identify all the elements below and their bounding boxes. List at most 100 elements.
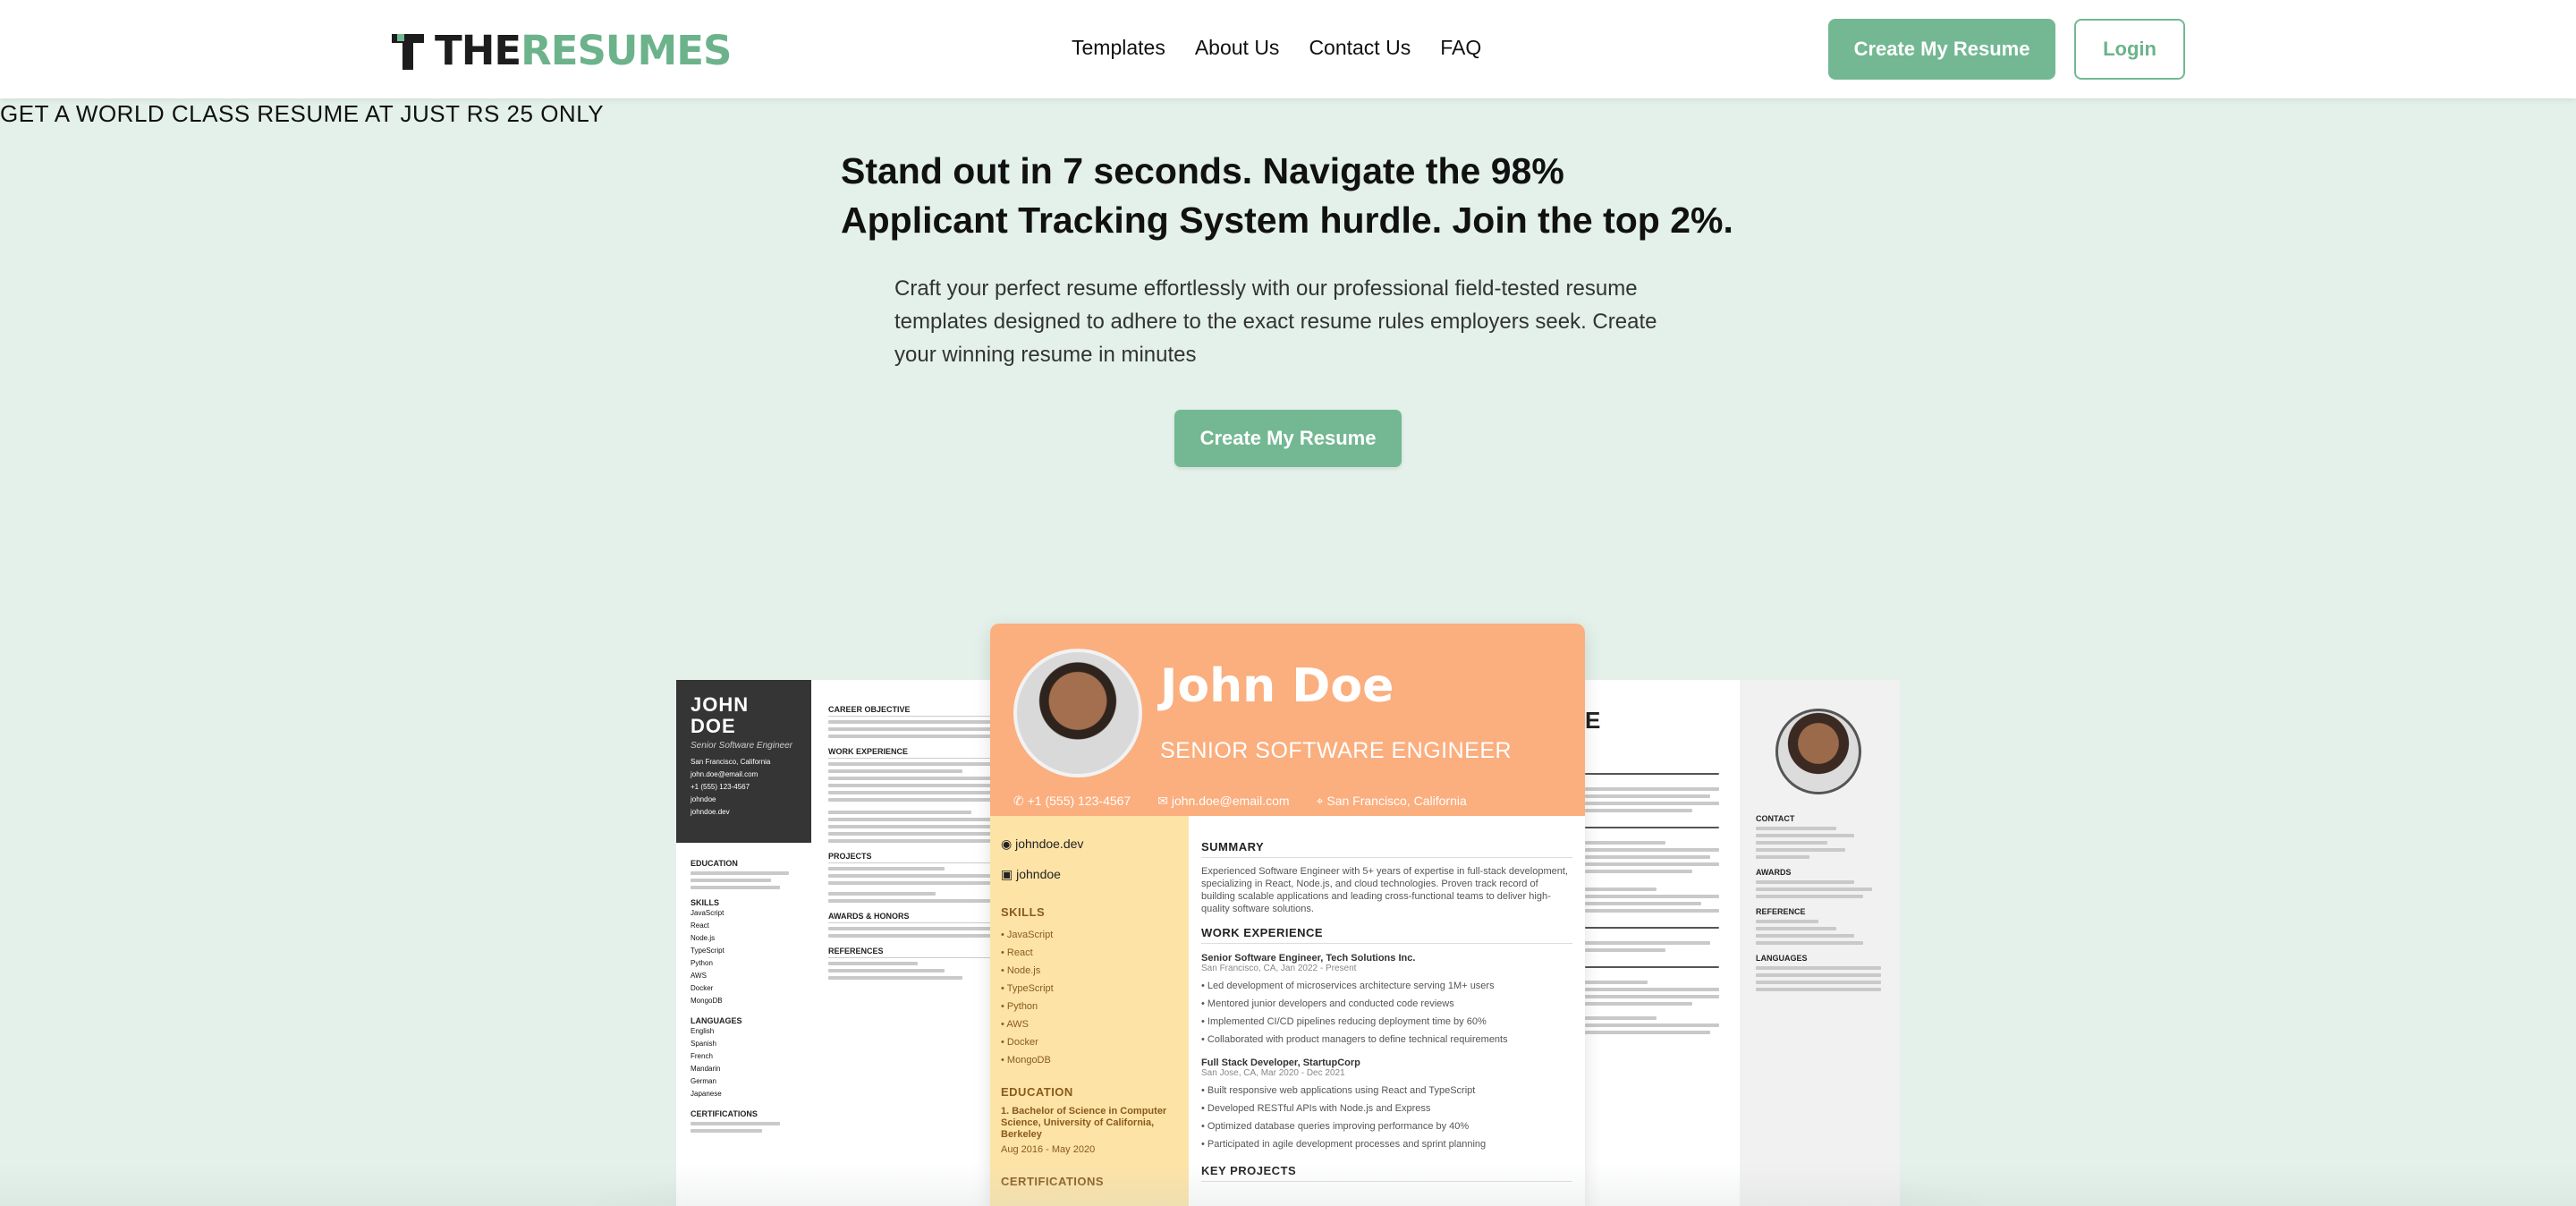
job-bullet: • Mentored junior developers and conduct… (1201, 998, 1454, 1009)
resume-right-main (1585, 769, 1728, 1038)
featured-resume-contacts: ✆ +1 (555) 123-4567 ✉ john.doe@email.com… (1013, 794, 1467, 809)
language-item: French (691, 1052, 713, 1060)
job-bullet: • Optimized database queries improving p… (1201, 1121, 1470, 1132)
nav-links: Templates About Us Contact Us FAQ (1072, 36, 1481, 60)
language-item: Mandarin (691, 1065, 721, 1073)
resume-left-contact: San Francisco, California (691, 758, 771, 766)
resume-left-section-title: CERTIFICATIONS (691, 1109, 758, 1118)
resume-right-title: E (1585, 707, 1601, 734)
resume-left-contact: johndoe.dev (691, 808, 730, 816)
github-text: johndoe (1016, 867, 1061, 881)
hero-create-resume-button[interactable]: Create My Resume (1174, 410, 1402, 467)
job-bullet: • Led development of microservices archi… (1201, 981, 1495, 991)
job-bullet: • Developed RESTful APIs with Node.js an… (1201, 1103, 1431, 1114)
job-bullet: • Collaborated with product managers to … (1201, 1034, 1508, 1045)
skill-item: • Python (1001, 1001, 1038, 1012)
language-item: German (691, 1077, 716, 1085)
featured-resume-avatar (1013, 649, 1142, 777)
featured-education: 1. Bachelor of Science in Computer Scien… (1001, 1106, 1167, 1140)
skill-item: TypeScript (691, 947, 724, 955)
featured-work-title: WORK EXPERIENCE (1201, 926, 1572, 944)
website-text: johndoe.dev (1015, 837, 1084, 851)
resume-left-section-title: EDUCATION (691, 859, 738, 868)
resume-preview-featured[interactable]: John Doe SENIOR SOFTWARE ENGINEER ✆ +1 (… (990, 624, 1585, 1206)
featured-resume-header: John Doe SENIOR SOFTWARE ENGINEER ✆ +1 (… (990, 624, 1585, 816)
featured-resume-role: SENIOR SOFTWARE ENGINEER (1160, 738, 1513, 763)
nav-link-contact[interactable]: Contact Us (1309, 36, 1411, 60)
logo-icon (392, 34, 424, 70)
job-bullet: • Built responsive web applications usin… (1201, 1085, 1476, 1096)
language-item: Spanish (691, 1040, 716, 1048)
skill-item: • Docker (1001, 1037, 1038, 1048)
resume-left-header: JOHN DOE Senior Software Engineer San Fr… (676, 680, 811, 843)
featured-resume-main: SUMMARY Experienced Software Engineer wi… (1201, 829, 1572, 1189)
featured-skills-title: SKILLS (1001, 905, 1046, 919)
hero-headline: Stand out in 7 seconds. Navigate the 98%… (841, 150, 1733, 241)
resume-left-section-title: SKILLS (691, 898, 720, 907)
featured-certifications-title: CERTIFICATIONS (1001, 1175, 1105, 1188)
featured-projects-title: KEY PROJECTS (1201, 1164, 1572, 1182)
github-icon: ▣ (1001, 867, 1017, 881)
resume-left-contact: johndoe (691, 795, 716, 803)
job-bullet: • Implemented CI/CD pipelines reducing d… (1201, 1016, 1487, 1027)
featured-resume-name: John Doe (1160, 659, 1394, 713)
featured-phone: +1 (555) 123-4567 (1027, 794, 1131, 808)
featured-email: john.doe@email.com (1171, 794, 1290, 808)
phone-icon: ✆ +1 (555) 123-4567 (1013, 794, 1131, 808)
nav-link-faq[interactable]: FAQ (1440, 36, 1481, 60)
resume-left-section-title: LANGUAGES (691, 1016, 742, 1025)
skill-item: • TypeScript (1001, 983, 1054, 994)
featured-education-title: EDUCATION (1001, 1085, 1073, 1099)
email-icon: ✉ john.doe@email.com (1157, 794, 1290, 808)
skill-item: Python (691, 959, 713, 967)
resume-left-first-name: JOHN (691, 693, 750, 716)
login-button[interactable]: Login (2074, 19, 2185, 80)
hero-subtext: Craft your perfect resume effortlessly w… (894, 276, 1657, 367)
job-meta: San Jose, CA, Mar 2020 - Dec 2021 (1201, 1068, 1345, 1078)
skill-item: JavaScript (691, 909, 724, 917)
language-item: Japanese (691, 1090, 722, 1098)
top-nav: THE RESUMES Templates About Us Contact Us… (0, 0, 2576, 98)
resume-right-section: LANGUAGES (1756, 954, 1808, 963)
nav-create-resume-button[interactable]: Create My Resume (1828, 19, 2055, 80)
featured-summary: Experienced Software Engineer with 5+ ye… (1201, 866, 1568, 914)
location-icon: ⌖ San Francisco, California (1316, 794, 1467, 808)
job-meta: San Francisco, CA, Jan 2022 - Present (1201, 964, 1357, 973)
language-item: English (691, 1027, 715, 1035)
skill-item: AWS (691, 972, 707, 980)
resume-left-contact: +1 (555) 123-4567 (691, 783, 750, 791)
resume-right-section: REFERENCE (1756, 907, 1806, 916)
featured-education-dates: Aug 2016 - May 2020 (1001, 1144, 1096, 1155)
hero-eyebrow: GET A WORLD CLASS RESUME AT JUST RS 25 O… (0, 100, 605, 127)
skill-item: • MongoDB (1001, 1055, 1051, 1066)
resume-preview-right[interactable]: E CONTACT AWARDS REFERENCE LANGUAGES (1538, 680, 1900, 1206)
skill-item: Node.js (691, 934, 716, 942)
resume-left-last-name: DOE (691, 715, 736, 737)
brand-logo[interactable]: THE RESUMES (390, 26, 732, 74)
featured-github: ▣ johndoe (1001, 859, 1178, 889)
resume-right-section: AWARDS (1756, 868, 1792, 877)
logo-text-accent: RESUMES (521, 26, 732, 74)
resume-left-contact: john.doe@email.com (691, 770, 758, 778)
featured-summary-title: SUMMARY (1201, 840, 1572, 858)
featured-website: ◉ johndoe.dev (1001, 828, 1178, 859)
featured-location: San Francisco, California (1326, 794, 1467, 808)
nav-link-templates[interactable]: Templates (1072, 36, 1165, 60)
job-title: Senior Software Engineer, Tech Solutions… (1201, 953, 1416, 964)
skill-item: MongoDB (691, 997, 723, 1005)
globe-icon: ◉ (1001, 837, 1016, 851)
skill-item: • JavaScript (1001, 930, 1054, 940)
resume-right-sidebar: CONTACT AWARDS REFERENCE LANGUAGES (1740, 680, 1900, 1206)
job-bullet: • Participated in agile development proc… (1201, 1139, 1487, 1150)
resume-left-role: Senior Software Engineer (691, 741, 792, 751)
skill-item: • React (1001, 947, 1033, 958)
skill-item: React (691, 921, 709, 930)
featured-resume-sidebar: ◉ johndoe.dev ▣ johndoe SKILLS • JavaScr… (990, 816, 1189, 1206)
skill-item: • Node.js (1001, 965, 1041, 976)
nav-link-about[interactable]: About Us (1195, 36, 1280, 60)
skill-item: Docker (691, 984, 714, 992)
job-title: Full Stack Developer, StartupCorp (1201, 1057, 1360, 1068)
resume-right-avatar (1775, 709, 1861, 794)
logo-text-dark: THE (435, 26, 521, 74)
resume-left-sidebar: EDUCATION SKILLS JavaScript React Node.j… (691, 850, 807, 1136)
